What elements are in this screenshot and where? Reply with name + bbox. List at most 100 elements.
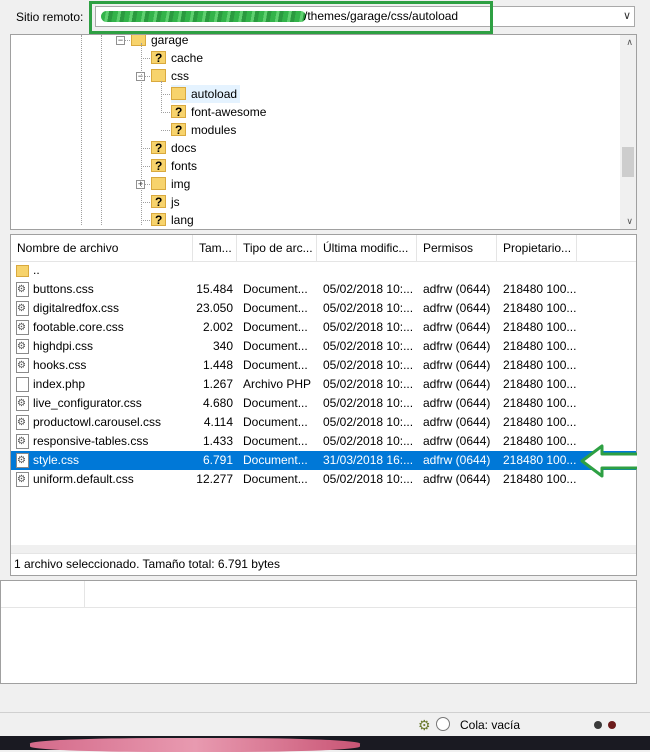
file-type: Document... — [243, 339, 308, 353]
tree-node-label: garage — [151, 34, 189, 47]
activity-led-icon — [594, 721, 602, 729]
file-row[interactable]: .. — [11, 261, 636, 280]
scroll-up-icon[interactable]: ∧ — [626, 37, 633, 48]
tree-node-docs[interactable]: docs — [151, 139, 199, 157]
file-row[interactable]: footable.core.css 2.002 Document... 05/02/2… — [11, 318, 636, 337]
folder-unknown-icon — [151, 193, 166, 211]
tree-node-cache[interactable]: cache — [151, 49, 206, 67]
tree-node-css[interactable]: css — [151, 67, 192, 85]
tree-node-label: js — [171, 195, 180, 209]
file-size: 23.050 — [196, 301, 233, 315]
horizontal-scrollbar[interactable] — [11, 545, 636, 553]
file-size: 12.277 — [196, 472, 233, 486]
file-size: 2.002 — [202, 320, 233, 334]
column-header-1[interactable]: Tam... — [193, 235, 237, 261]
collapse-icon[interactable]: − — [116, 36, 125, 45]
file-name: productowl.carousel.css — [33, 415, 162, 429]
file-perms: adfrw (0644) — [423, 415, 491, 429]
remote-file-list[interactable]: Nombre de archivo Tam... Tipo de arc... Últ… — [10, 234, 637, 576]
css-file-icon — [16, 472, 29, 487]
tree-node-modules[interactable]: modules — [171, 121, 239, 139]
tree-node-autoload[interactable]: autoload — [171, 85, 241, 103]
folder-unknown-icon — [151, 49, 166, 67]
tree-connector — [161, 130, 170, 131]
activity-led-icon-2 — [608, 721, 616, 729]
file-row[interactable]: hooks.css 1.448 Document... 05/02/2018 10:.… — [11, 356, 636, 375]
file-name: digitalredfox.css — [33, 301, 120, 315]
file-row[interactable]: buttons.css 15.484 Document... 05/02/2018 1… — [11, 280, 636, 299]
file-modified: 05/02/2018 10:... — [323, 472, 414, 486]
scroll-down-icon[interactable]: ∨ — [626, 216, 633, 227]
tree-guide-line — [81, 35, 82, 225]
tree-guide-line — [141, 43, 142, 225]
css-file-icon — [16, 301, 29, 316]
file-row[interactable]: index.php 1.267 Archivo PHP 05/02/2018 10:.… — [11, 375, 636, 394]
file-type: Document... — [243, 415, 308, 429]
file-owner: 218480 100... — [503, 434, 577, 448]
scrollbar-thumb[interactable] — [622, 147, 634, 177]
tree-node-label: cache — [171, 51, 204, 65]
column-header-4[interactable]: Permisos — [417, 235, 497, 261]
file-row[interactable]: responsive-tables.css 1.433 Document... 05/… — [11, 432, 636, 451]
file-type: Document... — [243, 453, 308, 467]
file-type: Document... — [243, 358, 308, 372]
file-modified: 05/02/2018 10:... — [323, 434, 414, 448]
tree-node-label: autoload — [191, 87, 238, 101]
file-row[interactable]: digitalredfox.css 23.050 Document... 05/02/… — [11, 299, 636, 318]
chevron-down-icon[interactable]: ∨ — [623, 9, 631, 22]
column-header-5[interactable]: Propietario... — [497, 235, 577, 261]
css-file-icon — [16, 453, 29, 468]
tree-node-label: docs — [171, 141, 197, 155]
file-type: Archivo PHP — [243, 377, 312, 391]
file-name: hooks.css — [33, 358, 87, 372]
file-modified: 05/02/2018 10:... — [323, 282, 414, 296]
tree-connector — [141, 148, 150, 149]
file-row[interactable]: live_configurator.css 4.680 Document... 05/… — [11, 394, 636, 413]
transfer-log-panel[interactable] — [0, 580, 637, 684]
folder-unknown-icon — [171, 103, 186, 121]
file-name: index.php — [33, 377, 86, 391]
tree-guide-line — [161, 81, 162, 111]
gear-icon[interactable]: ⚙ — [418, 717, 431, 734]
file-row[interactable]: highdpi.css 340 Document... 05/02/2018 10:.… — [11, 337, 636, 356]
remote-site-label: Sitio remoto: — [16, 10, 84, 24]
highlight-box — [89, 1, 493, 34]
tree-node-lang[interactable]: lang — [151, 211, 197, 229]
file-owner: 218480 100... — [503, 301, 577, 315]
folder-icon — [151, 177, 166, 190]
file-row[interactable]: uniform.default.css 12.277 Document... 05/0… — [11, 470, 636, 489]
file-owner: 218480 100... — [503, 396, 577, 410]
file-size: 4.114 — [203, 415, 233, 429]
folder-icon — [16, 265, 29, 277]
tree-node-img[interactable]: img — [151, 175, 193, 193]
file-perms: adfrw (0644) — [423, 282, 491, 296]
file-modified: 05/02/2018 10:... — [323, 358, 414, 372]
file-name: footable.core.css — [33, 320, 124, 334]
file-name: live_configurator.css — [33, 396, 142, 410]
file-perms: adfrw (0644) — [423, 377, 491, 391]
file-type: Document... — [243, 320, 308, 334]
file-row[interactable]: style.css 6.791 Document... 31/03/2018 16:.… — [11, 451, 636, 470]
file-type: Document... — [243, 434, 308, 448]
window-right-edge — [637, 34, 650, 712]
tree-node-js[interactable]: js — [151, 193, 183, 211]
folder-icon — [171, 87, 186, 100]
tree-scrollbar[interactable]: ∧ ∨ — [620, 35, 636, 229]
tree-node-font-awesome[interactable]: font-awesome — [171, 103, 269, 121]
tree-connector — [161, 112, 170, 113]
folder-icon — [131, 35, 146, 46]
file-owner: 218480 100... — [503, 358, 577, 372]
file-modified: 31/03/2018 16:... — [323, 453, 414, 467]
folder-unknown-icon — [151, 211, 166, 229]
column-header-0[interactable]: Nombre de archivo — [11, 235, 193, 261]
queue-icon — [436, 717, 450, 731]
file-name: style.css — [33, 453, 80, 467]
file-row[interactable]: productowl.carousel.css 4.114 Document... 0… — [11, 413, 636, 432]
file-perms: adfrw (0644) — [423, 434, 491, 448]
file-perms: adfrw (0644) — [423, 301, 491, 315]
remote-directory-tree[interactable]: garage−cachecss−autoloadfont-awesomemodu… — [10, 34, 637, 230]
column-header-2[interactable]: Tipo de arc... — [237, 235, 317, 261]
column-header-3[interactable]: Última modific... — [317, 235, 417, 261]
file-owner: 218480 100... — [503, 472, 577, 486]
tree-node-fonts[interactable]: fonts — [151, 157, 200, 175]
